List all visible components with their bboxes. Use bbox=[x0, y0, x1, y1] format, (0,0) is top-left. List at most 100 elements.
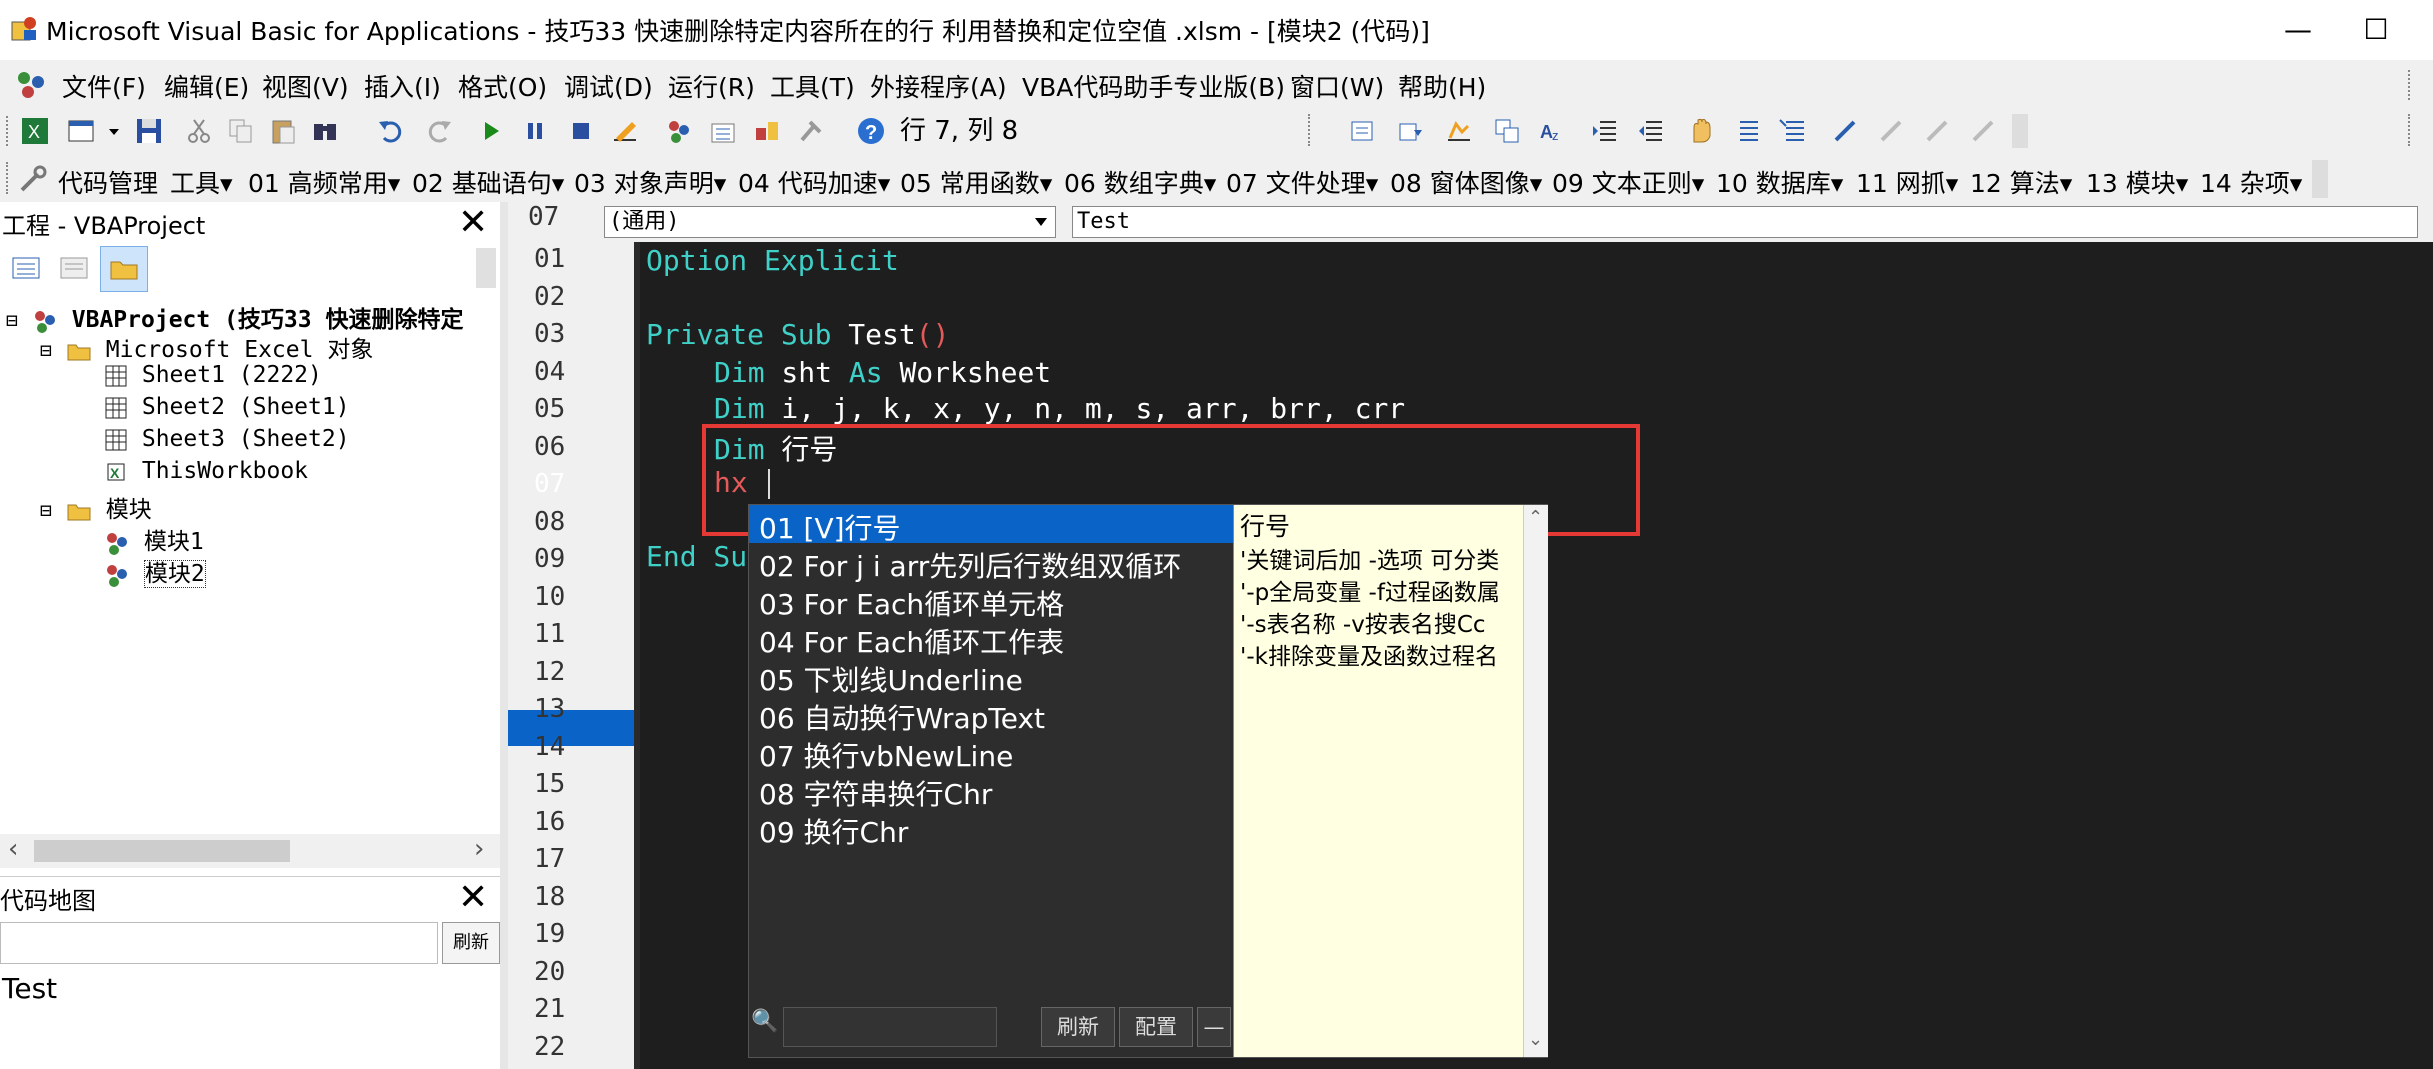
tb2-misc[interactable]: 14 杂项▾ bbox=[2200, 164, 2302, 200]
tb2-file-handling[interactable]: 07 文件处理▾ bbox=[1226, 164, 1378, 200]
menu-addins[interactable]: 外接程序(A) bbox=[870, 68, 1007, 104]
insert-userform-icon[interactable] bbox=[66, 116, 96, 146]
save-icon[interactable] bbox=[134, 116, 164, 146]
popup-search-input[interactable] bbox=[783, 1007, 997, 1047]
menu-format[interactable]: 格式(O) bbox=[458, 68, 547, 104]
pane-splitter[interactable] bbox=[500, 202, 508, 1069]
tb2-text-regex[interactable]: 09 文本正则▾ bbox=[1552, 164, 1704, 200]
outdent-icon[interactable] bbox=[1636, 116, 1666, 146]
tb2-basic-statements[interactable]: 02 基础语句▾ bbox=[412, 164, 564, 200]
find-icon[interactable] bbox=[310, 116, 340, 146]
view-object-icon[interactable] bbox=[58, 252, 90, 284]
tb2-algorithm[interactable]: 12 算法▾ bbox=[1970, 164, 2072, 200]
procedure-combo[interactable]: Test bbox=[1072, 206, 2418, 238]
autocomplete-item[interactable]: 09 换行Chr bbox=[759, 811, 908, 851]
autocomplete-item[interactable]: 04 For Each循环工作表 bbox=[759, 621, 1064, 661]
comment-block-icon[interactable] bbox=[1732, 116, 1762, 146]
menu-vba-helper[interactable]: VBA代码助手专业版(B) bbox=[1022, 68, 1285, 104]
toolbar2-overflow[interactable] bbox=[2312, 160, 2328, 198]
close-icon[interactable]: ✕ bbox=[458, 202, 488, 243]
tree-node-thisworkbook[interactable]: X ThisWorkbook bbox=[104, 458, 308, 484]
tree-node-sheet2[interactable]: Sheet2 (Sheet1) bbox=[104, 394, 350, 420]
menu-file[interactable]: 文件(F) bbox=[62, 68, 146, 104]
dropdown-arrow-icon[interactable] bbox=[106, 116, 122, 146]
scroll-thumb[interactable] bbox=[34, 840, 290, 862]
redo-icon[interactable] bbox=[424, 116, 454, 146]
menu-window[interactable]: 窗口(W) bbox=[1290, 68, 1384, 104]
copy-icon[interactable] bbox=[226, 116, 256, 146]
complete-word-icon[interactable]: Az bbox=[1538, 116, 1568, 146]
tb2-tools[interactable]: 工具▾ bbox=[170, 164, 233, 200]
autocomplete-item[interactable]: 06 自动换行WrapText bbox=[759, 697, 1045, 737]
toolbar-overflow[interactable] bbox=[2012, 114, 2028, 148]
uncomment-block-icon[interactable] bbox=[1778, 116, 1808, 146]
parameter-info-icon[interactable] bbox=[1492, 116, 1522, 146]
tree-node-module2[interactable]: 模块2 bbox=[104, 554, 206, 588]
menu-tools[interactable]: 工具(T) bbox=[770, 68, 855, 104]
collapse-icon[interactable]: ⊟ bbox=[6, 308, 18, 332]
scroll-up-arrow[interactable]: ⌃ bbox=[1528, 507, 1543, 528]
minimize-button[interactable]: — bbox=[2270, 8, 2326, 52]
project-explorer-icon[interactable] bbox=[664, 116, 694, 146]
codemap-search-input[interactable] bbox=[0, 922, 438, 964]
tb2-code-speed[interactable]: 04 代码加速▾ bbox=[738, 164, 890, 200]
quick-info-icon[interactable] bbox=[1444, 116, 1474, 146]
next-bookmark-icon[interactable] bbox=[1876, 116, 1906, 146]
toggle-breakpoint-icon[interactable] bbox=[1686, 116, 1716, 146]
tb2-code-manage[interactable]: 代码管理 bbox=[58, 164, 158, 200]
clear-bookmarks-icon[interactable] bbox=[1968, 116, 1998, 146]
undo-icon[interactable] bbox=[376, 116, 406, 146]
autocomplete-item[interactable]: 03 For Each循环单元格 bbox=[759, 583, 1064, 623]
tb2-frequent[interactable]: 01 高频常用▾ bbox=[248, 164, 400, 200]
help-icon[interactable]: ? bbox=[856, 116, 886, 146]
collapse-icon[interactable]: ⊟ bbox=[40, 338, 52, 362]
autocomplete-item[interactable]: 05 下划线Underline bbox=[759, 659, 1023, 699]
project-hscrollbar[interactable]: ‹ › bbox=[0, 834, 500, 868]
tb2-module[interactable]: 13 模块▾ bbox=[2086, 164, 2188, 200]
maximize-button[interactable]: ☐ bbox=[2348, 8, 2404, 52]
tree-node-sheet1[interactable]: Sheet1 (2222) bbox=[104, 362, 322, 388]
code-manage-icon[interactable] bbox=[18, 164, 48, 194]
tb2-web-scrape[interactable]: 11 网抓▾ bbox=[1856, 164, 1958, 200]
toggle-folders-button[interactable] bbox=[100, 246, 148, 292]
autocomplete-item[interactable]: 08 字符串换行Chr bbox=[759, 773, 992, 813]
toolbox-icon[interactable] bbox=[796, 116, 826, 146]
list-properties-icon[interactable] bbox=[1348, 116, 1378, 146]
scroll-right-arrow[interactable]: › bbox=[474, 834, 484, 864]
codemap-refresh-button[interactable]: 刷新 bbox=[442, 922, 500, 964]
project-toolbar-overflow[interactable] bbox=[476, 248, 496, 288]
object-browser-icon[interactable] bbox=[752, 116, 782, 146]
tb2-database[interactable]: 10 数据库▾ bbox=[1716, 164, 1843, 200]
tb2-form-image[interactable]: 08 窗体图像▾ bbox=[1390, 164, 1542, 200]
scroll-down-arrow[interactable]: ⌄ bbox=[1528, 1029, 1543, 1050]
popup-collapse-button[interactable]: — bbox=[1197, 1007, 1231, 1047]
tree-node-sheet3[interactable]: Sheet3 (Sheet2) bbox=[104, 426, 350, 452]
tree-node-modules[interactable]: ⊟ 模块 bbox=[40, 490, 152, 524]
break-icon[interactable] bbox=[520, 116, 550, 146]
previous-bookmark-icon[interactable] bbox=[1922, 116, 1952, 146]
tree-node-vbaproject[interactable]: ⊟ VBAProject (技巧33 快速删除特定 bbox=[6, 300, 463, 334]
popup-refresh-button[interactable]: 刷新 bbox=[1041, 1007, 1115, 1047]
close-icon[interactable]: ✕ bbox=[458, 877, 488, 918]
menu-edit[interactable]: 编辑(E) bbox=[164, 68, 249, 104]
tb2-common-functions[interactable]: 05 常用函数▾ bbox=[900, 164, 1052, 200]
excel-icon[interactable]: X bbox=[20, 116, 50, 146]
tree-node-excel-objects[interactable]: ⊟ Microsoft Excel 对象 bbox=[40, 330, 373, 364]
menu-insert[interactable]: 插入(I) bbox=[364, 68, 441, 104]
view-code-icon[interactable] bbox=[10, 252, 42, 284]
menu-debug[interactable]: 调试(D) bbox=[564, 68, 653, 104]
toggle-bookmark-icon[interactable] bbox=[1830, 116, 1860, 146]
menu-view[interactable]: 视图(V) bbox=[262, 68, 349, 104]
autocomplete-item[interactable]: 01 [V]行号 bbox=[759, 507, 901, 547]
popup-config-button[interactable]: 配置 bbox=[1119, 1007, 1193, 1047]
paste-icon[interactable] bbox=[268, 116, 298, 146]
autocomplete-item[interactable]: 02 For j i arr先列后行数组双循环 bbox=[759, 545, 1181, 585]
indent-icon[interactable] bbox=[1590, 116, 1620, 146]
menu-help[interactable]: 帮助(H) bbox=[1398, 68, 1486, 104]
vba-menu-icon[interactable] bbox=[14, 68, 48, 100]
object-combo[interactable]: (通用) bbox=[604, 206, 1056, 238]
tb2-object-declare[interactable]: 03 对象声明▾ bbox=[574, 164, 726, 200]
menu-run[interactable]: 运行(R) bbox=[668, 68, 755, 104]
run-icon[interactable] bbox=[476, 116, 506, 146]
reset-icon[interactable] bbox=[566, 116, 596, 146]
